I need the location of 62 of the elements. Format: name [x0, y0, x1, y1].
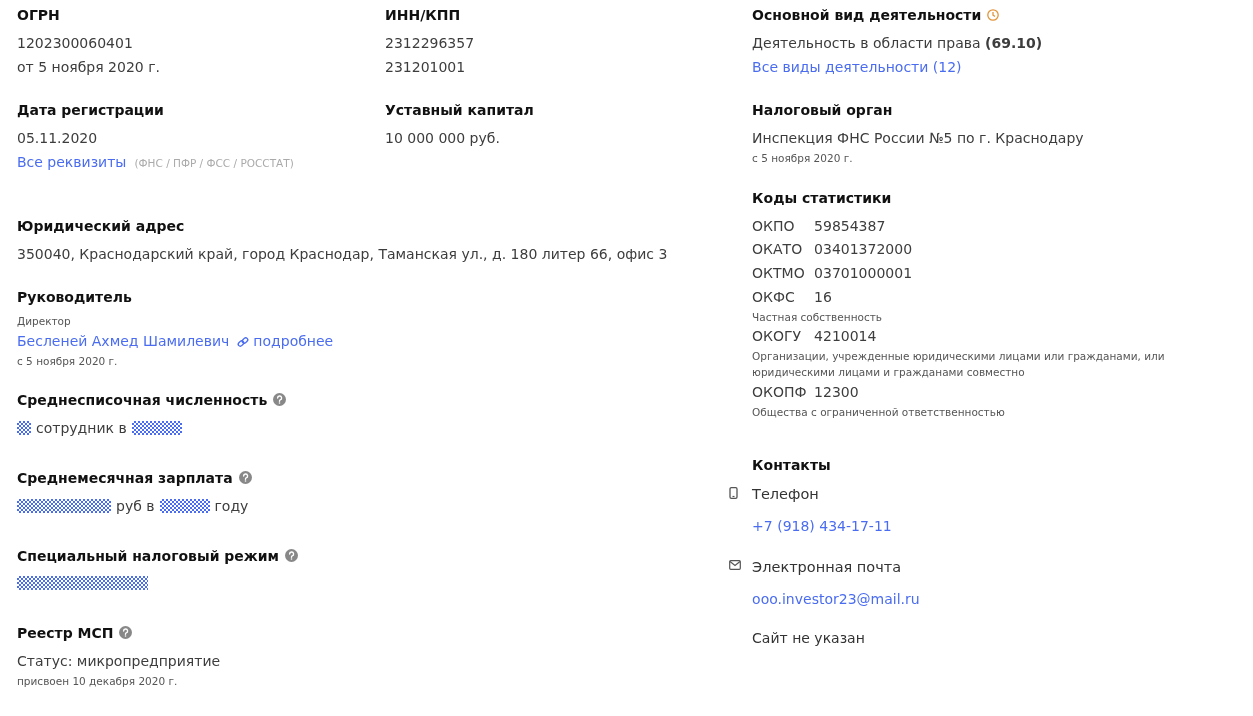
value-text: сотрудник в: [36, 420, 127, 437]
registration-date: 05.11.2020: [17, 130, 98, 147]
section-heading: Реестр МСП: [17, 625, 114, 642]
section-heading: ОГРН: [17, 7, 60, 23]
link-icon: [237, 335, 250, 348]
all-details-link[interactable]: Все реквизиты: [17, 154, 127, 170]
section-heading: Специальный налоговый режим: [17, 547, 280, 564]
director-since: с 5 ноября 2020 г.: [17, 354, 118, 367]
section-heading: Дата регистрации: [17, 102, 164, 119]
ogrn-value: 1202300060401: [17, 34, 133, 51]
capital-value: 10 000 000 руб.: [385, 130, 500, 147]
stat-code-description: Общества с ограниченной ответственностью: [752, 405, 1005, 418]
tax-authority-since: с 5 ноября 2020 г.: [752, 152, 853, 164]
hidden-value-mask: [131, 421, 182, 436]
section-heading: Коды статистики: [752, 189, 892, 206]
ogrn-date: от 5 ноября 2020 г.: [17, 58, 160, 75]
hidden-value-mask: [17, 421, 31, 436]
stat-code-value: 03401372000: [814, 241, 913, 258]
main-activity: Деятельность в области права (69.10): [752, 34, 1043, 51]
stat-code-label: ОКОПФ: [752, 382, 808, 402]
section-heading: Налоговый орган: [752, 102, 893, 119]
mail-icon: [729, 559, 742, 570]
tax-authority-name: Инспекция ФНС России №5 по г. Краснодару: [752, 130, 1084, 147]
details-sources-note: (ФНС / ПФР / ФСС / РОССТАТ): [134, 157, 294, 169]
section-heading: Уставный капитал: [385, 102, 534, 119]
stat-code-value: 59854387: [814, 217, 886, 234]
section-heading: Руководитель: [17, 289, 132, 306]
contact-label: Электронная почта: [752, 558, 902, 575]
stat-code-label: ОКТМО: [752, 264, 806, 284]
website-status: Сайт не указан: [752, 630, 865, 647]
section-heading: Среднесписочная численность: [17, 392, 268, 409]
section-heading: ИНН/КПП: [385, 7, 461, 23]
address-value: 350040, Краснодарский край, город Краснодар, Таманская ул., д. 180 литер 66, офис 3: [17, 244, 669, 264]
msp-assigned-date: присвоен 10 декабря 2020 г.: [17, 674, 178, 687]
all-activities-link[interactable]: Все виды деятельности (12): [752, 58, 962, 75]
section-heading: Основной вид деятельности: [752, 7, 982, 23]
stat-code-label: ОКАТО: [752, 240, 804, 260]
inn-value: 2312296357: [385, 34, 475, 51]
stat-code-value: 03701000001: [814, 265, 913, 282]
value-text: руб в: [116, 497, 155, 514]
section-heading: Среднемесячная зарплата: [17, 470, 233, 487]
phone-icon: [729, 487, 739, 500]
more-link[interactable]: подробнее: [237, 329, 334, 354]
contact-label: Телефон: [752, 486, 819, 503]
phone-link[interactable]: +7 (918) 434-17-11: [752, 517, 892, 534]
stat-code-value: 4210014: [814, 328, 877, 345]
director-role: Директор: [17, 315, 71, 328]
stat-code-description: Частная собственность: [752, 310, 882, 323]
hidden-value-mask: [159, 498, 210, 513]
email-link[interactable]: ooo.investor23@mail.ru: [752, 590, 920, 607]
stat-code-label: ОКПО: [752, 216, 796, 236]
stat-code-value: 16: [814, 288, 832, 305]
section-heading: Юридический адрес: [17, 217, 185, 234]
kpp-value: 231201001: [385, 58, 466, 75]
stat-code-value: 12300: [814, 383, 859, 400]
stat-code-description: Организации, учрежденные юридическими лицами или гражданами, или юридическими лицами и гражданами совместно: [752, 350, 1165, 378]
stat-code-label: ОКОГУ: [752, 327, 803, 347]
value-text: году: [214, 497, 249, 514]
msp-status: Статус: микропредприятие: [17, 653, 221, 670]
stat-code-label: ОКФС: [752, 287, 796, 307]
section-heading: Контакты: [752, 457, 831, 474]
director-name-link[interactable]: Бесленей Ахмед Шамилевич: [17, 329, 230, 354]
